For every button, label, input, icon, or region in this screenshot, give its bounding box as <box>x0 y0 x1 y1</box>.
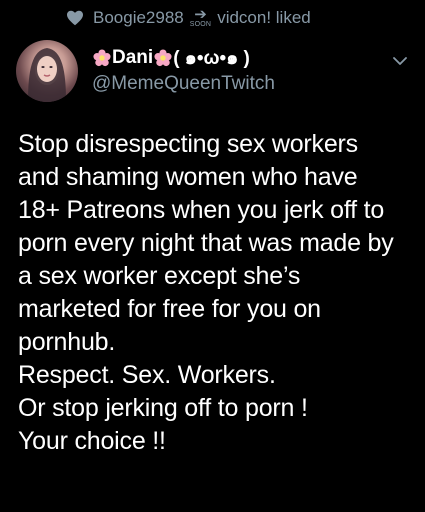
flower-icon <box>154 49 172 67</box>
liker-name[interactable]: Boogie2988 <box>93 8 184 28</box>
soon-label: SOON <box>189 20 212 28</box>
handle[interactable]: @MemeQueenTwitch <box>92 73 275 95</box>
heart-icon <box>67 10 83 26</box>
display-name[interactable]: Dani ( ๑•ω•๑ ) <box>92 46 275 70</box>
social-context[interactable]: Boogie2988 ➔ SOON vidcon! liked <box>0 0 425 36</box>
context-suffix: vidcon! liked <box>217 8 311 27</box>
tweet-text: Stop disrespecting sex workers and shami… <box>18 128 413 458</box>
author-block[interactable]: Dani ( ๑•ω•๑ ) @MemeQueenTwitch <box>92 46 275 95</box>
tweet-line: Or stop jerking off to porn ! <box>18 394 308 422</box>
tweet-line: Your choice !! <box>18 427 166 455</box>
tweet-line: pornhub. <box>18 328 116 356</box>
tweet-line: a sex worker except she’s <box>18 262 301 290</box>
tweet-line: Stop disrespecting sex workers <box>18 130 358 158</box>
soon-arrow-emoji: ➔ SOON <box>189 5 212 28</box>
display-name-kaomoji: ( ๑•ω•๑ ) <box>173 48 250 69</box>
tweet-line: porn every night that was made by <box>18 229 394 257</box>
tweet-line: 18+ Patreons when you jerk off to <box>18 196 385 224</box>
avatar-image <box>28 48 66 102</box>
chevron-down-icon[interactable] <box>393 56 407 66</box>
display-name-text: Dani <box>112 47 154 68</box>
tweet-line: and shaming women who have <box>18 163 358 191</box>
tweet-line: marketed for free for you on <box>18 295 321 323</box>
avatar[interactable] <box>16 40 78 102</box>
flower-icon <box>93 49 111 67</box>
right-arrow-icon: ➔ <box>194 5 207 23</box>
tweet-line: Respect. Sex. Workers. <box>18 361 276 389</box>
